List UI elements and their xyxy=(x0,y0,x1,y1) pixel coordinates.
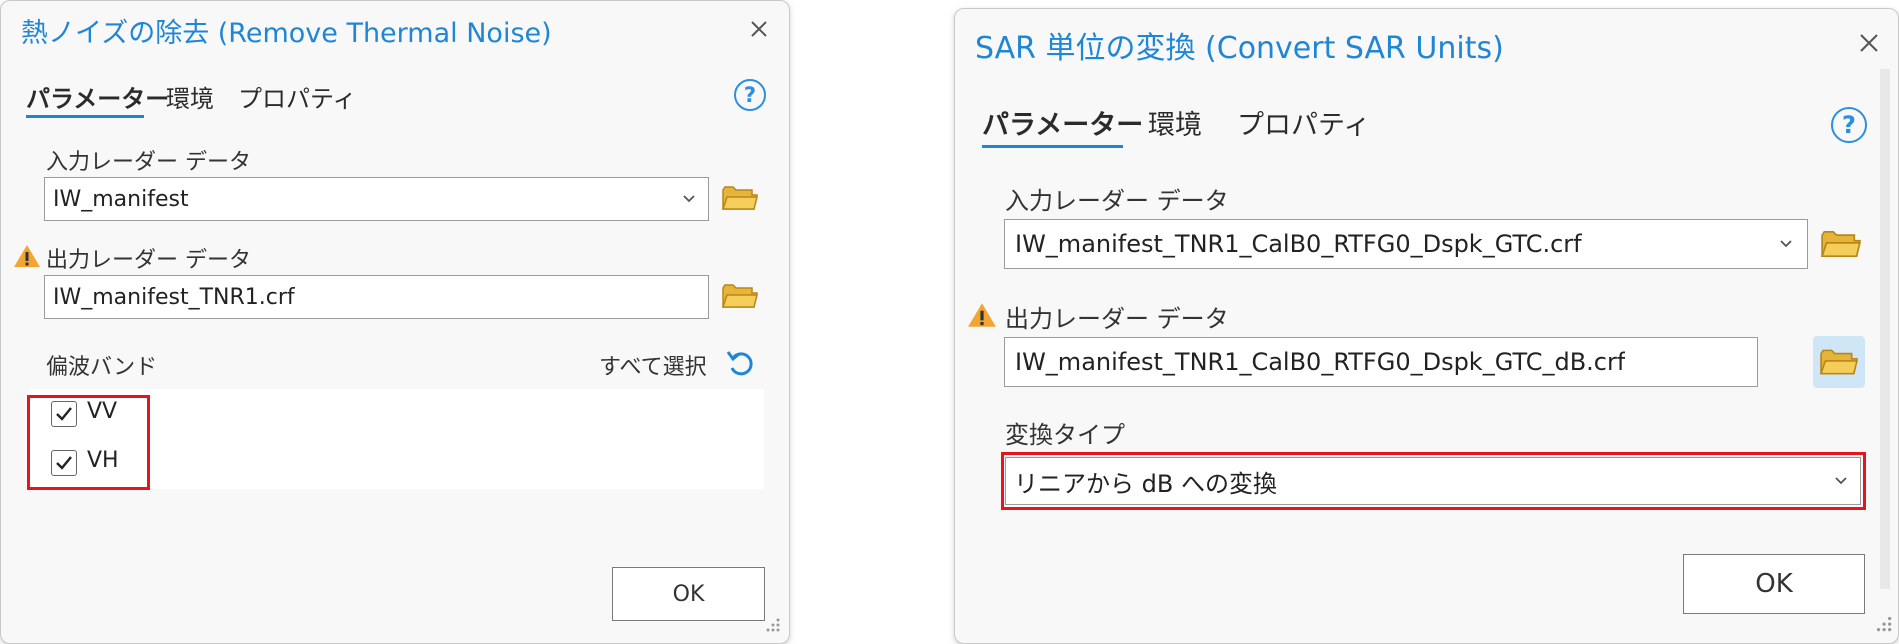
close-button[interactable] xyxy=(1855,29,1883,57)
output-radar-value: IW_manifest_TNR1_CalB0_RTFG0_Dspk_GTC_dB… xyxy=(1015,348,1626,376)
help-button[interactable]: ? xyxy=(734,79,766,111)
ok-button[interactable]: OK xyxy=(1683,554,1865,614)
polarization-bands-label: 偏波バンド xyxy=(46,355,158,380)
input-radar-dropdown[interactable]: IW_manifest xyxy=(44,177,709,221)
tab-environments[interactable]: 環境 xyxy=(1148,103,1202,142)
chevron-down-icon xyxy=(683,195,695,203)
remove-thermal-noise-dialog: 熱ノイズの除去 (Remove Thermal Noise) パラメーター 環境… xyxy=(0,0,790,644)
input-radar-label: 入力レーダー データ xyxy=(46,150,251,175)
folder-icon xyxy=(1820,349,1858,375)
resize-grip-icon[interactable] xyxy=(763,615,781,633)
active-tab-indicator xyxy=(982,145,1123,148)
highlight-box-bands xyxy=(27,395,150,490)
output-radar-label: 出力レーダー データ xyxy=(46,248,251,273)
output-radar-field[interactable]: IW_manifest_TNR1.crf xyxy=(44,275,709,319)
tab-environments[interactable]: 環境 xyxy=(166,79,214,114)
tab-parameters[interactable]: パラメーター xyxy=(26,79,169,114)
tab-parameters[interactable]: パラメーター xyxy=(982,103,1143,142)
output-folder-button[interactable] xyxy=(1813,336,1865,388)
ok-button-label: OK xyxy=(672,581,705,607)
ok-button[interactable]: OK xyxy=(612,567,765,621)
close-icon xyxy=(751,21,767,37)
conversion-type-label: 変換タイプ xyxy=(1005,421,1125,449)
help-button[interactable]: ? xyxy=(1831,107,1867,143)
input-radar-value: IW_manifest xyxy=(53,186,189,212)
tab-properties[interactable]: プロパティ xyxy=(238,79,357,114)
select-all-link[interactable]: すべて選択 xyxy=(599,349,707,381)
tab-properties[interactable]: プロパティ xyxy=(1237,103,1370,142)
highlight-box-conversion xyxy=(1001,452,1866,510)
output-radar-field[interactable]: IW_manifest_TNR1_CalB0_RTFG0_Dspk_GTC_dB… xyxy=(1004,337,1758,387)
folder-icon[interactable] xyxy=(722,282,758,310)
ok-button-label: OK xyxy=(1755,569,1793,599)
input-radar-dropdown[interactable]: IW_manifest_TNR1_CalB0_RTFG0_Dspk_GTC.cr… xyxy=(1004,219,1808,269)
help-icon: ? xyxy=(743,83,757,107)
input-radar-label: 入力レーダー データ xyxy=(1005,187,1229,215)
help-icon: ? xyxy=(1842,111,1856,139)
refresh-icon[interactable] xyxy=(724,346,758,380)
resize-grip-icon[interactable] xyxy=(1873,613,1893,633)
convert-sar-units-dialog: SAR 単位の変換 (Convert SAR Units) パラメーター 環境 … xyxy=(954,8,1899,644)
dialog-title: SAR 単位の変換 (Convert SAR Units) xyxy=(975,31,1504,66)
input-radar-value: IW_manifest_TNR1_CalB0_RTFG0_Dspk_GTC.cr… xyxy=(1015,230,1582,258)
warning-icon xyxy=(14,245,40,267)
close-icon xyxy=(1860,34,1878,52)
output-radar-value: IW_manifest_TNR1.crf xyxy=(53,284,295,310)
folder-icon[interactable] xyxy=(1821,228,1861,260)
chevron-down-icon xyxy=(1780,240,1792,248)
folder-icon[interactable] xyxy=(722,184,758,212)
output-radar-label: 出力レーダー データ xyxy=(1005,305,1229,333)
dialog-title: 熱ノイズの除去 (Remove Thermal Noise) xyxy=(21,18,552,49)
close-button[interactable] xyxy=(745,15,773,43)
warning-icon xyxy=(968,303,996,327)
scrollbar[interactable] xyxy=(1880,69,1890,589)
active-tab-indicator xyxy=(26,115,144,118)
